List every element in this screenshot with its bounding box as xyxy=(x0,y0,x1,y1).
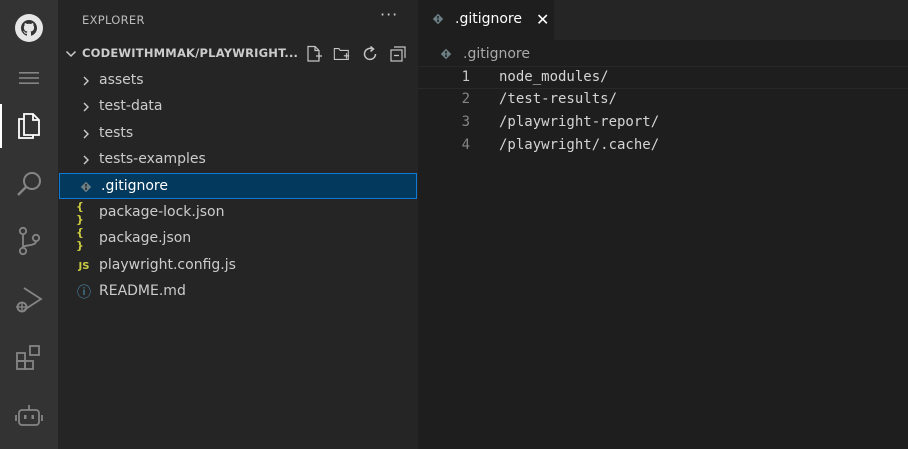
info-file-icon: ⓘ xyxy=(77,285,91,301)
git-file-icon xyxy=(432,13,444,25)
refresh-icon[interactable] xyxy=(361,45,379,63)
js-file-icon: JS xyxy=(78,260,90,272)
chevron-down-icon xyxy=(65,50,77,58)
tree-item-label: package-lock.json xyxy=(99,204,225,220)
line-text: /playwright/.cache/ xyxy=(499,137,660,153)
copilot-icon[interactable] xyxy=(0,392,58,440)
json-file-icon: { } xyxy=(76,200,84,226)
chevron-right-icon xyxy=(83,155,89,165)
tab-bar: .gitignore ✕ xyxy=(418,0,908,40)
tree-item-label: package.json xyxy=(99,230,192,246)
breadcrumb-label: .gitignore xyxy=(463,46,530,62)
github-icon[interactable] xyxy=(0,4,58,52)
chevron-right-icon xyxy=(83,76,89,86)
chevron-right-icon xyxy=(83,129,89,139)
git-file-icon xyxy=(440,48,452,60)
line-text: node_modules/ xyxy=(499,69,609,85)
tree-item-label: playwright.config.js xyxy=(99,257,236,273)
workspace-root-label: CODEWITHMMAK/PLAYWRIGHT... xyxy=(82,46,299,60)
more-actions-icon[interactable]: ··· xyxy=(380,5,398,24)
line-text: /test-results/ xyxy=(499,91,618,107)
close-icon[interactable]: ✕ xyxy=(536,10,549,29)
search-icon[interactable] xyxy=(0,160,58,208)
sidebar-title: EXPLORER xyxy=(82,13,145,27)
menu-icon[interactable] xyxy=(0,54,58,102)
code-line[interactable]: 1 node_modules/ xyxy=(418,66,908,89)
tree-folder-tests-examples[interactable]: tests-examples xyxy=(58,147,418,173)
breadcrumb[interactable]: .gitignore xyxy=(418,42,908,66)
tree-file-gitignore[interactable]: .gitignore xyxy=(59,173,417,199)
root-actions xyxy=(305,45,407,63)
tree-item-label: .gitignore xyxy=(101,178,168,194)
run-debug-icon[interactable] xyxy=(0,276,58,324)
extensions-icon[interactable] xyxy=(0,334,58,382)
tree-file-playwright-config[interactable]: JS playwright.config.js xyxy=(58,253,418,279)
tab-gitignore[interactable]: .gitignore ✕ xyxy=(418,0,554,40)
tree-folder-tests[interactable]: tests xyxy=(58,121,418,147)
tree-folder-assets[interactable]: assets xyxy=(58,68,418,94)
tree-folder-test-data[interactable]: test-data xyxy=(58,94,418,120)
tree-item-label: tests xyxy=(99,125,134,141)
source-control-icon[interactable] xyxy=(0,217,58,265)
activity-bar xyxy=(0,0,58,449)
code-line[interactable]: 2 /test-results/ xyxy=(418,89,908,112)
tree-file-readme[interactable]: ⓘ README.md xyxy=(58,279,418,305)
explorer-sidebar: EXPLORER ··· CODEWITHMMAK/PLAYWRIGHT... … xyxy=(58,0,418,449)
tree-item-label: test-data xyxy=(99,98,163,114)
tree-item-label: README.md xyxy=(99,283,186,299)
tree-file-package-lock[interactable]: { } package-lock.json xyxy=(58,200,418,226)
code-line[interactable]: 3 /playwright-report/ xyxy=(418,112,908,135)
code-line[interactable]: 4 /playwright/.cache/ xyxy=(418,135,908,158)
line-number: 4 xyxy=(461,137,470,153)
git-file-icon xyxy=(78,179,94,195)
tree-item-label: assets xyxy=(99,72,144,88)
line-text: /playwright-report/ xyxy=(499,114,660,130)
workspace-root[interactable]: CODEWITHMMAK/PLAYWRIGHT... xyxy=(58,42,418,66)
collapse-all-icon[interactable] xyxy=(389,45,407,63)
chevron-right-icon xyxy=(83,102,89,112)
line-number: 2 xyxy=(461,91,470,107)
tab-label: .gitignore xyxy=(455,11,522,27)
tree-item-label: tests-examples xyxy=(99,151,206,167)
line-number: 3 xyxy=(461,114,470,130)
json-file-icon: { } xyxy=(76,226,84,252)
line-number: 1 xyxy=(461,69,470,85)
tree-file-package[interactable]: { } package.json xyxy=(58,226,418,252)
new-folder-icon[interactable] xyxy=(333,45,351,63)
explorer-icon[interactable] xyxy=(0,102,58,150)
new-file-icon[interactable] xyxy=(305,45,323,63)
editor-area: .gitignore ✕ .gitignore 1 node_modules/ … xyxy=(418,0,908,449)
